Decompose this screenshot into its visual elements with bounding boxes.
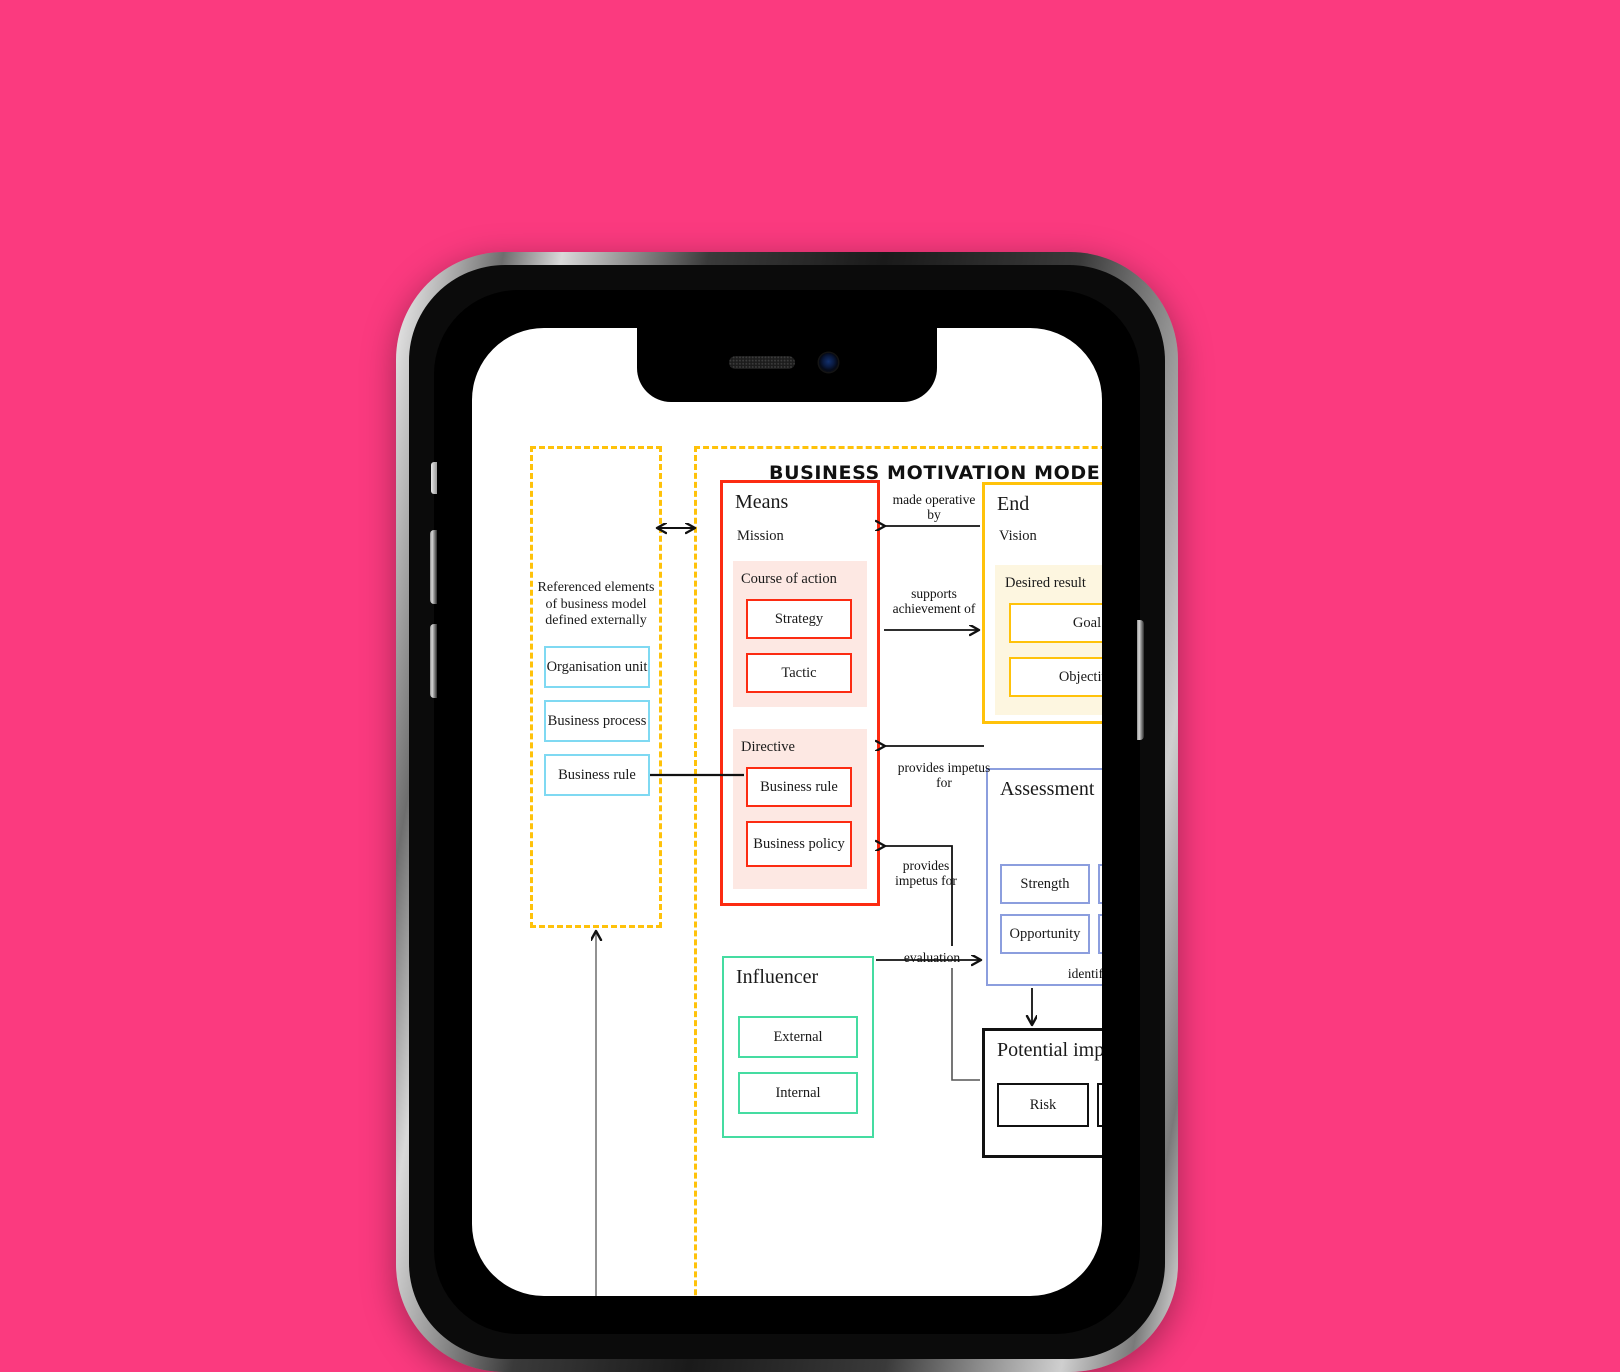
phone-mockup: BUSINESS MOTIVATION MODEL Referenced ele… (396, 252, 1178, 1372)
connector-lines (472, 328, 1102, 1296)
connector-impact-to-left (951, 968, 980, 1081)
power-button[interactable] (1137, 620, 1144, 740)
phone-inner-frame: BUSINESS MOTIVATION MODEL Referenced ele… (409, 265, 1165, 1359)
speaker-grille-icon (729, 356, 795, 369)
phone-screen: BUSINESS MOTIVATION MODEL Referenced ele… (472, 328, 1102, 1296)
volume-up-button[interactable] (430, 530, 437, 604)
phone-notch (637, 328, 937, 402)
volume-down-button[interactable] (430, 624, 437, 698)
phone-bezel: BUSINESS MOTIVATION MODEL Referenced ele… (430, 290, 1144, 1334)
business-motivation-model-diagram: BUSINESS MOTIVATION MODEL Referenced ele… (472, 328, 1102, 1296)
front-camera-icon (819, 353, 838, 372)
mute-switch-button[interactable] (431, 462, 437, 494)
arrow-provides-impetus-for-2 (884, 846, 953, 946)
